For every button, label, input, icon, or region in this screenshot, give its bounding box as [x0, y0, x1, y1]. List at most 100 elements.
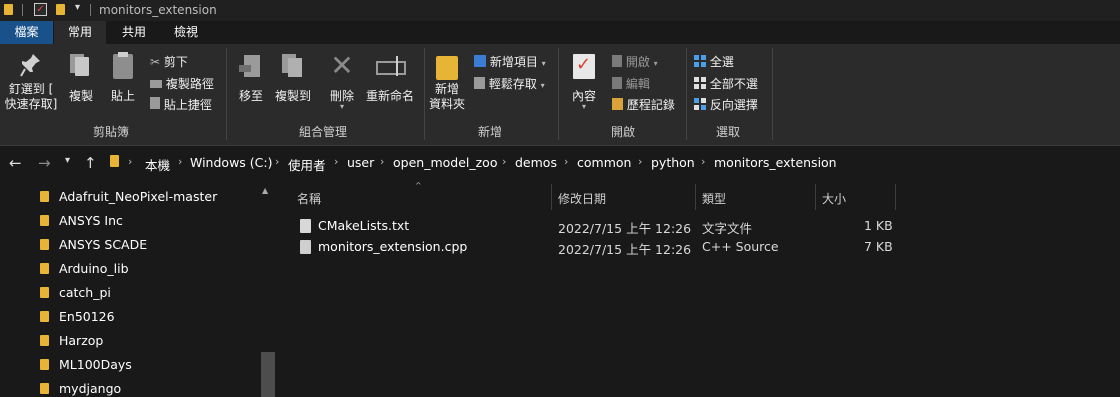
- table-row[interactable]: CMakeLists.txt 2022/7/15 上午 12:26 文字文件 1…: [290, 216, 896, 237]
- new-folder-quick-icon[interactable]: [56, 4, 65, 15]
- group-separator: [772, 48, 773, 140]
- tree-item[interactable]: Arduino_lib: [40, 257, 260, 281]
- breadcrumb-chevron-icon[interactable]: ›: [701, 155, 705, 168]
- paste-button[interactable]: 貼上: [106, 52, 140, 104]
- file-type: 文字文件: [702, 221, 753, 236]
- up-arrow-icon[interactable]: ↑: [84, 154, 97, 172]
- open-icon: [612, 55, 622, 67]
- breadcrumb-python[interactable]: python: [651, 155, 695, 170]
- copy-icon: [64, 52, 98, 80]
- tree-item-label: ANSYS SCADE: [59, 237, 148, 252]
- copy-button[interactable]: 複製: [64, 52, 98, 104]
- ribbon: 釘選到 [ 快速存取] 複製 貼上 ✂ 剪下 複製路徑 貼上捷徑 剪貼簿 移至: [0, 44, 1120, 146]
- breadcrumb-chevron-icon[interactable]: ›: [275, 155, 279, 168]
- breadcrumb-chevron-icon[interactable]: ›: [502, 155, 506, 168]
- tab-view[interactable]: 檢視: [160, 21, 212, 44]
- copy-to-button[interactable]: 複製到: [272, 52, 314, 104]
- select-none-label: 全部不選: [709, 77, 758, 91]
- open-label: 開啟: [625, 55, 650, 69]
- rename-button[interactable]: 重新命名: [364, 52, 416, 104]
- cut-button[interactable]: ✂ 剪下: [150, 53, 188, 70]
- easy-access-button[interactable]: 輕鬆存取 ▾: [474, 75, 545, 92]
- edit-button[interactable]: 編輯: [612, 75, 650, 92]
- breadcrumb-user[interactable]: user: [347, 155, 374, 170]
- select-all-button[interactable]: 全選: [694, 53, 734, 70]
- new-item-button[interactable]: 新增項目 ▾: [474, 53, 546, 70]
- table-row[interactable]: monitors_extension.cpp 2022/7/15 上午 12:2…: [290, 237, 896, 258]
- column-divider[interactable]: [895, 184, 896, 210]
- tab-share[interactable]: 共用: [108, 21, 160, 44]
- invert-selection-button[interactable]: 反向選擇: [694, 96, 758, 113]
- invert-selection-label: 反向選擇: [709, 98, 758, 112]
- select-none-button[interactable]: 全部不選: [694, 75, 758, 92]
- customize-quick-access-icon[interactable]: ▾: [75, 2, 80, 13]
- recent-locations-chevron-icon[interactable]: ▾: [65, 155, 70, 166]
- group-separator: [558, 48, 559, 140]
- copy-path-label: 複製路徑: [165, 77, 214, 91]
- file-modified: 2022/7/15 上午 12:26: [558, 221, 692, 236]
- tree-item[interactable]: Harzop: [40, 329, 260, 353]
- tree-scrollbar-thumb[interactable]: [261, 352, 275, 397]
- tree-item[interactable]: ANSYS SCADE: [40, 233, 260, 257]
- breadcrumb-chevron-icon[interactable]: ›: [380, 155, 384, 168]
- copy-path-button[interactable]: 複製路徑: [150, 75, 214, 92]
- cpp-file-icon: [300, 240, 311, 254]
- column-header-name[interactable]: 名稱: [297, 190, 321, 207]
- delete-button[interactable]: ✕ 刪除 ▾: [326, 52, 358, 111]
- properties-dropdown-icon[interactable]: ▾: [566, 103, 602, 111]
- rename-label: 重新命名: [365, 89, 414, 103]
- tree-item-label: catch_pi: [59, 285, 111, 300]
- tab-file[interactable]: 檔案: [0, 21, 53, 44]
- chevron-down-icon: ▾: [541, 59, 546, 68]
- column-header-size[interactable]: 大小: [822, 190, 846, 207]
- column-divider[interactable]: [695, 184, 696, 210]
- breadcrumb-users[interactable]: 使用者: [288, 155, 326, 174]
- breadcrumb-chevron-icon[interactable]: ›: [334, 155, 338, 168]
- open-button[interactable]: 開啟 ▾: [612, 53, 658, 70]
- breadcrumb-drive[interactable]: Windows (C:): [190, 155, 272, 170]
- new-folder-label-1: 新增: [434, 82, 459, 96]
- column-header-modified[interactable]: 修改日期: [558, 190, 606, 207]
- properties-quick-icon[interactable]: ✓: [34, 3, 47, 16]
- forward-arrow-icon[interactable]: →: [38, 154, 51, 172]
- tree-item[interactable]: catch_pi: [40, 281, 260, 305]
- back-arrow-icon[interactable]: ←: [9, 154, 22, 172]
- move-to-button[interactable]: 移至: [234, 52, 268, 104]
- breadcrumb-chevron-icon[interactable]: ›: [638, 155, 642, 168]
- paste-shortcut-button[interactable]: 貼上捷徑: [150, 96, 212, 113]
- scroll-up-arrow-icon[interactable]: ▲: [262, 186, 268, 195]
- column-divider[interactable]: [551, 184, 552, 210]
- folder-icon: [4, 4, 13, 15]
- properties-button[interactable]: ✓ 內容 ▾: [566, 52, 602, 111]
- breadcrumb-demos[interactable]: demos: [515, 155, 557, 170]
- breadcrumb-common[interactable]: common: [577, 155, 631, 170]
- tree-item-label: Adafruit_NeoPixel-master: [59, 189, 218, 204]
- breadcrumb-this-pc[interactable]: 本機: [145, 155, 170, 174]
- file-name: CMakeLists.txt: [318, 218, 410, 233]
- delete-dropdown-icon[interactable]: ▾: [326, 103, 358, 111]
- tree-item[interactable]: mydjango: [40, 377, 260, 397]
- tab-home[interactable]: 常用: [54, 21, 106, 44]
- breadcrumb-open-model-zoo[interactable]: open_model_zoo: [393, 155, 497, 170]
- tree-item[interactable]: Adafruit_NeoPixel-master: [40, 185, 260, 209]
- select-all-icon: [694, 55, 706, 67]
- breadcrumb-chevron-icon[interactable]: ›: [178, 155, 182, 168]
- breadcrumb-chevron-icon[interactable]: ›: [128, 155, 132, 168]
- file-type: C++ Source: [702, 239, 779, 254]
- pin-label-2: 快速存取]: [4, 97, 58, 111]
- tree-item[interactable]: ML100Days: [40, 353, 260, 377]
- copy-to-label: 複製到: [274, 89, 311, 103]
- clipboard-group-label: 剪貼簿: [92, 125, 129, 139]
- copy-to-icon: [272, 52, 314, 80]
- pin-to-quick-access-button[interactable]: 釘選到 [ 快速存取]: [2, 52, 60, 112]
- tree-item[interactable]: ANSYS Inc: [40, 209, 260, 233]
- tree-item[interactable]: En50126: [40, 305, 260, 329]
- new-folder-button[interactable]: 新增 資料夾: [428, 52, 466, 112]
- column-divider[interactable]: [815, 184, 816, 210]
- paste-shortcut-icon: [150, 97, 160, 109]
- breadcrumb-current-folder[interactable]: monitors_extension: [714, 155, 837, 170]
- column-header-type[interactable]: 類型: [702, 190, 726, 207]
- paste-shortcut-label: 貼上捷徑: [163, 98, 212, 112]
- history-button[interactable]: 歷程記錄: [612, 96, 675, 113]
- breadcrumb-chevron-icon[interactable]: ›: [564, 155, 568, 168]
